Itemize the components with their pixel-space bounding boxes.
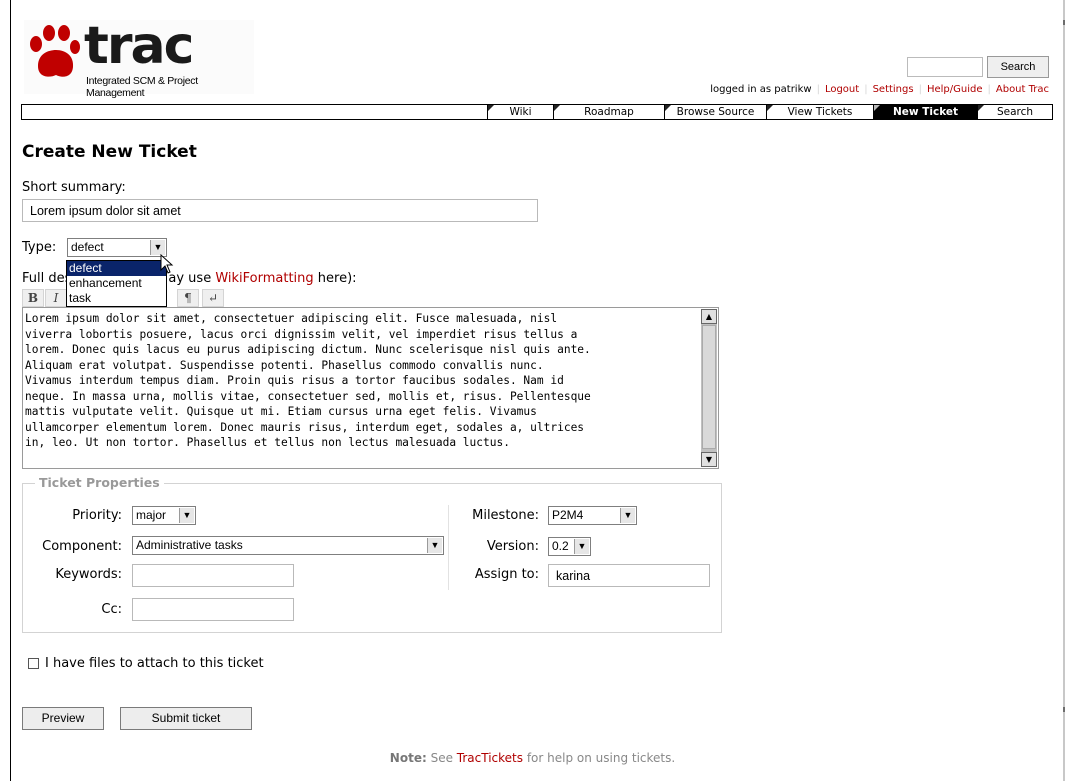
type-option-task[interactable]: task [67, 291, 166, 306]
trac-logo[interactable]: trac Integrated SCM & Project Management [24, 16, 254, 99]
meta-navigation: logged in as patrikw | Logout | Settings | Hel… [710, 84, 1049, 95]
logo-subtitle: Integrated SCM & Project Management [86, 75, 198, 99]
type-selected-value: defect [71, 240, 104, 254]
attach-files-label[interactable]: I have files to attach to this ticket [45, 656, 264, 671]
mouse-pointer-icon [160, 254, 174, 274]
tractickets-link[interactable]: TracTickets [457, 751, 523, 765]
properties-divider [448, 505, 449, 590]
nav-roadmap[interactable]: Roadmap [553, 105, 664, 119]
type-select[interactable]: defect ▼ [67, 238, 167, 257]
chevron-down-icon[interactable]: ▼ [427, 538, 442, 553]
nav-new-ticket[interactable]: New Ticket [873, 105, 977, 119]
about-trac-link[interactable]: About Trac [996, 84, 1049, 95]
search-input[interactable] [907, 57, 983, 77]
chevron-down-icon[interactable]: ▼ [179, 508, 194, 523]
scroll-thumb[interactable] [702, 325, 716, 449]
nav-view-tickets[interactable]: View Tickets [766, 105, 873, 119]
type-option-enhancement[interactable]: enhancement [67, 276, 166, 291]
scroll-down-icon[interactable]: ▼ [701, 452, 717, 467]
ticket-properties-legend: Ticket Properties [35, 475, 164, 490]
summary-input[interactable] [22, 199, 538, 222]
line-break-button[interactable]: ↵ [202, 289, 224, 307]
type-label: Type: [22, 240, 57, 255]
chevron-down-icon[interactable]: ▼ [574, 539, 589, 554]
milestone-label: Milestone: [472, 508, 539, 523]
paragraph-button[interactable]: ¶ [177, 289, 199, 307]
paw-print-icon [30, 25, 80, 77]
logo-wordmark: trac [84, 16, 194, 76]
help-note: Note: See TracTickets for help on using … [389, 751, 676, 765]
chevron-down-icon[interactable]: ▼ [150, 240, 165, 255]
component-select[interactable]: Administrative tasks ▼ [132, 536, 444, 555]
settings-link[interactable]: Settings [873, 84, 914, 95]
cc-label: Cc: [101, 602, 122, 617]
submit-ticket-button[interactable]: Submit ticket [120, 707, 252, 730]
logged-in-status: logged in as patrikw [710, 84, 812, 95]
keywords-input[interactable] [132, 564, 294, 587]
nav-wiki[interactable]: Wiki [487, 105, 553, 119]
keywords-label: Keywords: [55, 567, 122, 582]
type-dropdown-list[interactable]: defect enhancement task [66, 260, 167, 307]
scroll-up-icon[interactable]: ▲ [701, 309, 717, 324]
component-label: Component: [42, 539, 122, 554]
main-navigation: Wiki Roadmap Browse Source View Tickets … [21, 104, 1053, 120]
milestone-select[interactable]: P2M4 ▼ [548, 506, 637, 525]
cc-input[interactable] [132, 598, 294, 621]
wikiformatting-link[interactable]: WikiFormatting [215, 271, 313, 286]
logout-link[interactable]: Logout [825, 84, 859, 95]
description-text[interactable]: Lorem ipsum dolor sit amet, consectetuer… [25, 311, 697, 451]
nav-browse-source[interactable]: Browse Source [664, 105, 766, 119]
attach-files-checkbox[interactable] [28, 658, 39, 669]
type-option-defect[interactable]: defect [67, 261, 166, 276]
description-textarea[interactable]: Lorem ipsum dolor sit amet, consectetuer… [22, 307, 719, 469]
priority-label: Priority: [72, 508, 122, 523]
search-button[interactable]: Search [987, 56, 1049, 78]
chevron-down-icon[interactable]: ▼ [620, 508, 635, 523]
page-title: Create New Ticket [22, 142, 197, 162]
assign-to-label: Assign to: [474, 567, 539, 582]
window-left-border [10, 0, 11, 781]
version-select[interactable]: 0.2 ▼ [548, 537, 591, 556]
nav-search[interactable]: Search [977, 105, 1052, 119]
bold-button[interactable]: B [22, 289, 44, 307]
assign-to-input[interactable] [548, 564, 710, 587]
help-guide-link[interactable]: Help/Guide [927, 84, 983, 95]
italic-button[interactable]: I [45, 289, 67, 307]
priority-select[interactable]: major ▼ [132, 506, 196, 525]
summary-label: Short summary: [22, 180, 126, 195]
version-label: Version: [486, 539, 539, 554]
textarea-scrollbar[interactable]: ▲ ▼ [701, 309, 717, 467]
preview-button[interactable]: Preview [22, 707, 104, 730]
